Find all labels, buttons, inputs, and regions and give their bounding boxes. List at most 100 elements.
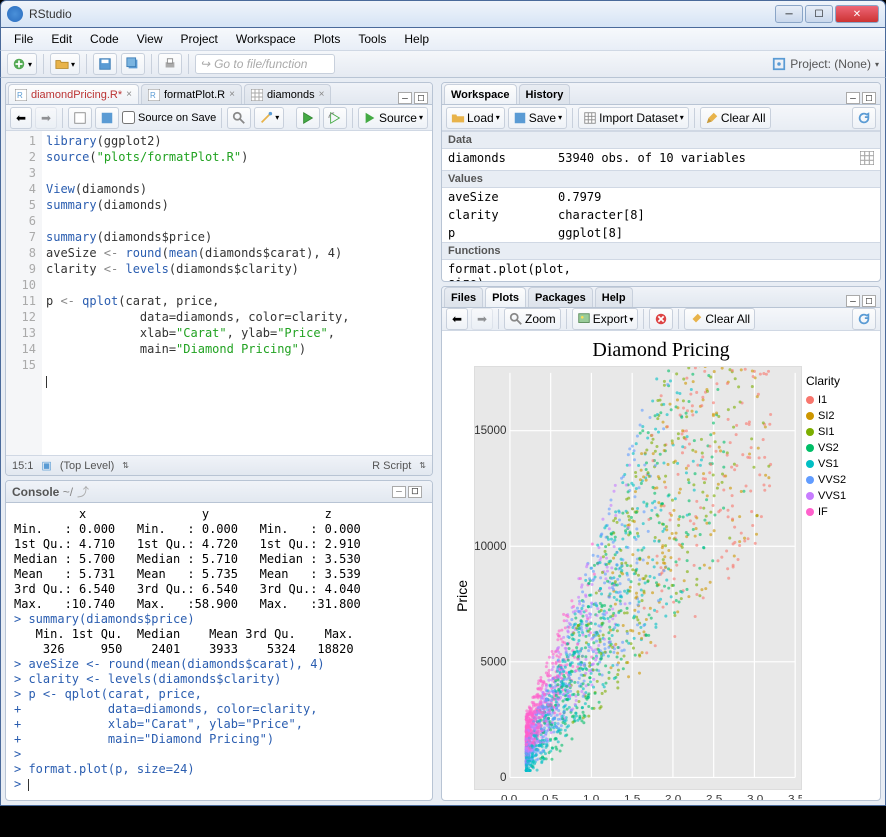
workspace-item[interactable]: pggplot[8] [442,224,880,242]
workspace-item[interactable]: aveSize0.7979 [442,188,880,206]
workspace-section: Data [442,131,880,149]
plots-tab-files[interactable]: Files [444,287,483,307]
language-selector[interactable]: R Script [372,460,411,472]
menu-help[interactable]: Help [395,30,438,48]
plots-tab-plots[interactable]: Plots [485,287,526,307]
maximize-pane-button[interactable]: ☐ [862,295,876,307]
svg-text:0.5: 0.5 [542,794,558,801]
svg-text:1.5: 1.5 [624,794,640,801]
save-source-button[interactable] [95,107,119,129]
close-tab-icon[interactable]: × [229,89,235,100]
plot-legend: Clarity I1SI2SI1VS2VS1VVS2VVS1IF [802,366,872,801]
menu-edit[interactable]: Edit [42,30,81,48]
legend-item: VS1 [806,458,868,470]
plots-tab-packages[interactable]: Packages [528,287,593,307]
source-on-save-checkbox[interactable]: Source on Save [122,111,216,124]
previous-plot-button[interactable]: ⬅ [446,308,468,330]
window-titlebar: RStudio ─ ☐ ✕ [0,0,886,28]
plots-pane: FilesPlotsPackagesHelp ─ ☐ ⬅ ➡ Zoom Expo… [441,286,881,801]
export-plot-button[interactable]: Export▾ [572,308,639,330]
maximize-pane-button[interactable]: ☐ [862,92,876,104]
maximize-pane-button[interactable]: ☐ [414,92,428,104]
workspace-pane: WorkspaceHistory ─ ☐ Load▾ Save▾ Import … [441,82,881,282]
legend-item: VS2 [806,442,868,454]
load-workspace-button[interactable]: Load▾ [446,107,505,129]
close-button[interactable]: ✕ [835,5,879,23]
plots-tab-help[interactable]: Help [595,287,633,307]
goto-file-input[interactable]: ↪ Go to file/function [195,54,335,74]
refresh-button[interactable] [852,107,876,129]
close-tab-icon[interactable]: × [319,89,325,100]
table-icon [583,111,597,125]
zoom-plot-button[interactable]: Zoom [504,308,561,330]
clear-workspace-button[interactable]: Clear All [700,107,771,129]
console-path: ~/ [63,485,73,499]
workspace-item[interactable]: format.plot(plot, size) [442,260,880,281]
svg-text:3.5: 3.5 [788,794,802,801]
rerun-button[interactable] [323,107,347,129]
source-statusbar: 15:1 ▣ (Top Level) ⇅ R Script ⇅ [6,455,432,475]
scope-selector[interactable]: (Top Level) [60,460,114,472]
source-tab[interactable]: diamonds× [244,84,332,104]
legend-item: I1 [806,394,868,406]
next-plot-button[interactable]: ➡ [471,308,493,330]
project-icon [772,57,786,71]
plot-xaxis: 0.00.51.01.52.02.53.03.5 [474,790,802,801]
menu-workspace[interactable]: Workspace [227,30,305,48]
maximize-button[interactable]: ☐ [805,5,833,23]
line-gutter: 123456789101112131415 [6,131,42,455]
save-workspace-button[interactable]: Save▾ [508,107,567,129]
workspace-section: Values [442,170,880,188]
source-tab[interactable]: RdiamondPricing.R*× [8,84,139,104]
folder-icon [451,111,465,125]
open-file-button[interactable]: ▾ [50,53,80,75]
svg-text:R: R [150,91,156,100]
refresh-plots-button[interactable] [852,308,876,330]
print-button[interactable] [158,53,182,75]
save-all-button[interactable] [121,53,145,75]
project-selector[interactable]: Project: (None) ▾ [772,57,879,71]
view-table-icon[interactable] [860,151,874,165]
workspace-toolbar: Load▾ Save▾ Import Dataset▾ Clear All [442,105,880,131]
menu-view[interactable]: View [128,30,172,48]
workspace-tab-workspace[interactable]: Workspace [444,84,517,104]
menu-plots[interactable]: Plots [305,30,350,48]
menu-project[interactable]: Project [172,30,227,48]
console-output[interactable]: x y z Min. : 0.000 Min. : 0.000 Min. : 0… [6,503,432,800]
source-script-button[interactable]: Source▾ [358,107,428,129]
workspace-item[interactable]: claritycharacter[8] [442,206,880,224]
find-button[interactable] [227,107,251,129]
new-file-button[interactable]: ▾ [7,53,37,75]
console-path-arrow-icon[interactable]: ⤴ [77,483,89,500]
workspace-item[interactable]: diamonds53940 obs. of 10 variables [442,149,880,170]
wand-icon [259,111,273,125]
forward-button[interactable]: ➡ [35,107,57,129]
save-button[interactable] [93,53,117,75]
svg-text:3.0: 3.0 [747,794,763,801]
zoom-icon [509,312,523,326]
maximize-pane-button[interactable]: ☐ [408,486,422,498]
minimize-pane-button[interactable]: ─ [846,92,860,104]
clear-plots-button[interactable]: Clear All [684,308,755,330]
code-tools-button[interactable]: ▾ [254,107,284,129]
search-icon [232,111,246,125]
import-dataset-button[interactable]: Import Dataset▾ [578,107,689,129]
back-button[interactable]: ⬅ [10,107,32,129]
minimize-pane-button[interactable]: ─ [398,92,412,104]
show-in-new-window-button[interactable] [68,107,92,129]
source-tab[interactable]: RformatPlot.R× [141,84,242,104]
minimize-button[interactable]: ─ [775,5,803,23]
remove-plot-button[interactable] [649,308,673,330]
run-button[interactable] [296,107,320,129]
menu-code[interactable]: Code [81,30,128,48]
app-icon [7,6,23,22]
close-tab-icon[interactable]: × [126,89,132,100]
source-toolbar: ⬅ ➡ Source on Save ▾ Source▾ [6,105,432,131]
menu-file[interactable]: File [5,30,42,48]
minimize-pane-button[interactable]: ─ [392,486,406,498]
minimize-pane-button[interactable]: ─ [846,295,860,307]
svg-text:R: R [17,91,23,100]
workspace-tab-history[interactable]: History [519,84,571,104]
menu-tools[interactable]: Tools [349,30,395,48]
code-editor[interactable]: 123456789101112131415 library(ggplot2) s… [6,131,432,455]
